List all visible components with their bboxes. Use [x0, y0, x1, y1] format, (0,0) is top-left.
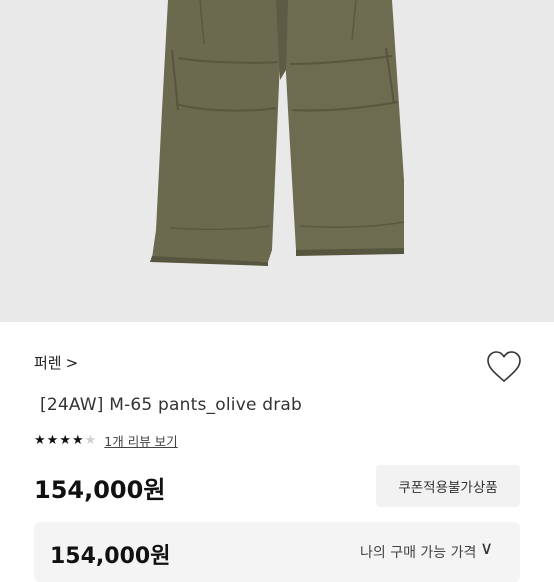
product-title: [24AW] M-65 pants_olive drab: [40, 395, 303, 415]
purchase-price: 154,000원: [50, 544, 171, 569]
purchase-price-panel[interactable]: 154,000원 나의 구매 가능 가격 ∨: [34, 522, 520, 582]
purchase-price-label: 나의 구매 가능 가격: [360, 545, 477, 561]
star-empty-icon: ★: [84, 433, 97, 448]
brand-link[interactable]: 퍼렌 >: [34, 352, 78, 373]
heart-icon[interactable]: [486, 350, 522, 384]
review-link[interactable]: 1개 리뷰 보기: [104, 431, 177, 450]
product-image[interactable]: [0, 0, 554, 322]
star-rating: ★ ★ ★ ★ ★: [34, 434, 96, 447]
chevron-down-icon[interactable]: ∨: [480, 538, 493, 559]
pants-illustration: [150, 0, 405, 266]
brand-name: 퍼렌: [34, 354, 62, 372]
coupon-button[interactable]: 쿠폰적용불가상품: [376, 465, 520, 507]
rating-row: ★ ★ ★ ★ ★ 1개 리뷰 보기: [34, 431, 178, 450]
star-filled-icon: ★: [71, 433, 84, 448]
star-filled-icon: ★: [46, 433, 59, 448]
chevron-right-icon: >: [65, 353, 79, 372]
star-filled-icon: ★: [59, 433, 71, 448]
star-filled-icon: ★: [34, 433, 46, 448]
product-price: 154,000원: [34, 476, 166, 504]
